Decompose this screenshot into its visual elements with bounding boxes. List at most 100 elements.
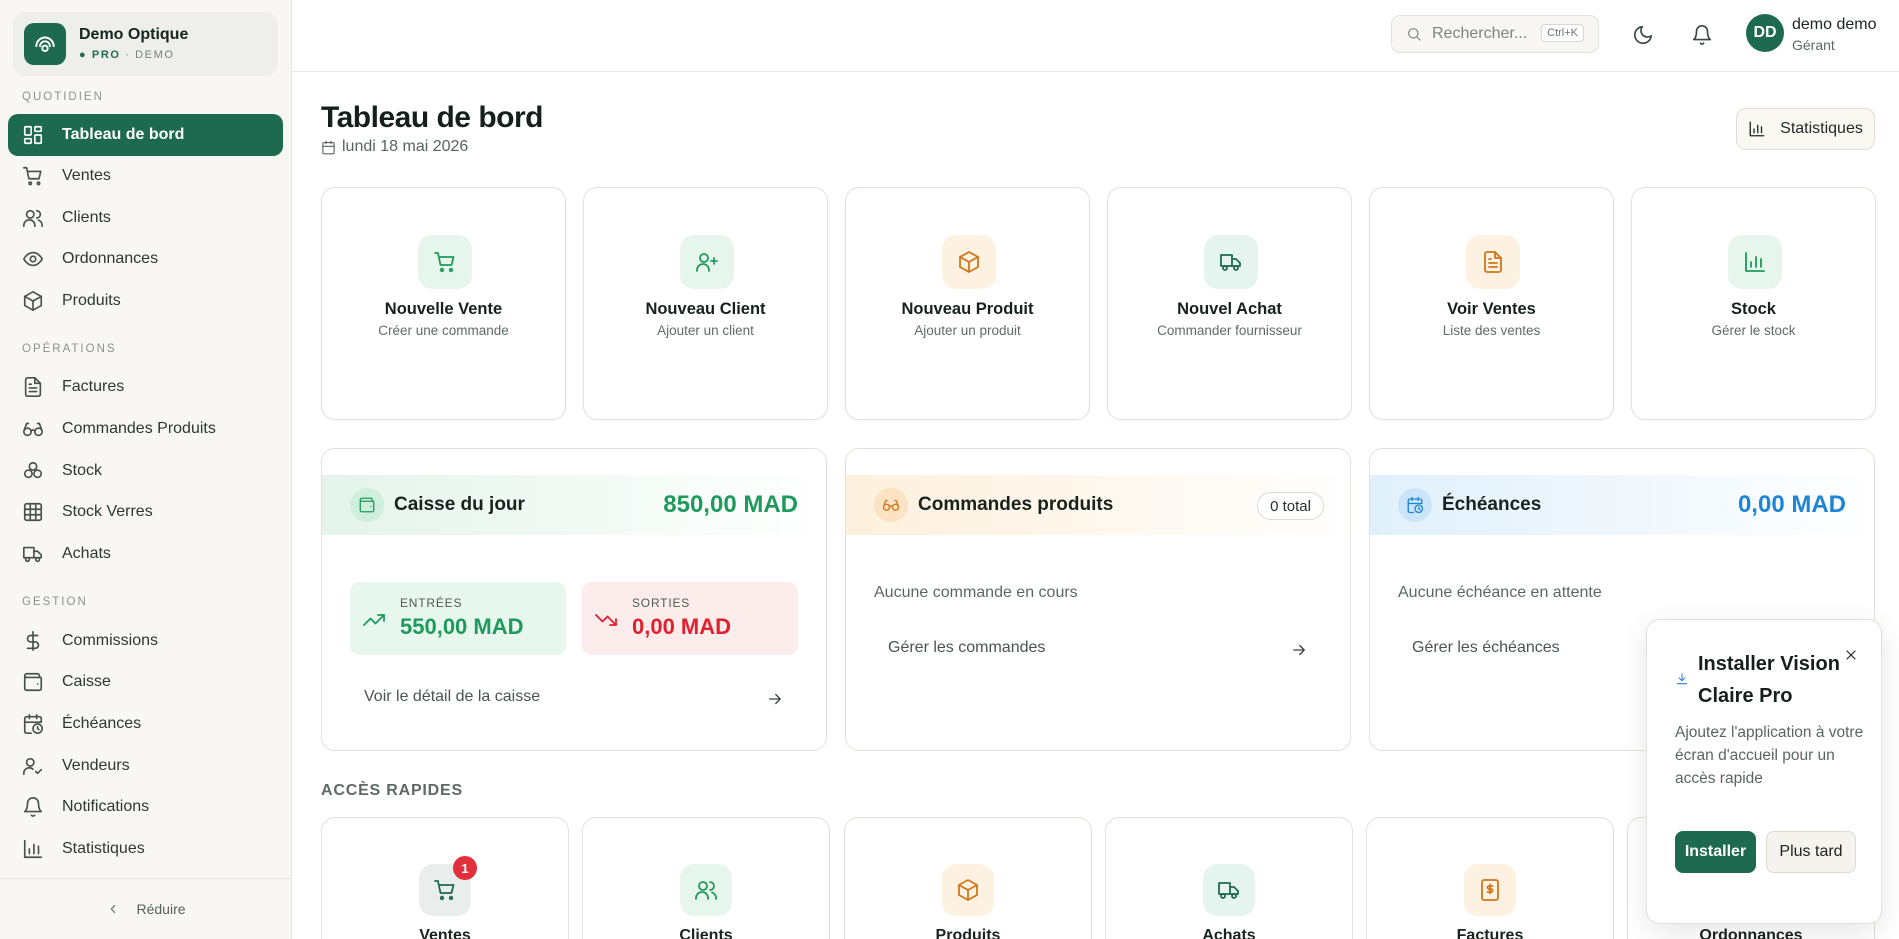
truck-icon (1203, 864, 1255, 916)
sidebar-item-label: Stock Verres (62, 503, 153, 520)
caisse-title: Caisse du jour (394, 494, 525, 515)
search-placeholder: Rechercher... (1432, 25, 1528, 42)
sidebar-item-factures[interactable]: Factures (8, 366, 283, 408)
sidebar-item-stock-verres[interactable]: Stock Verres (8, 491, 283, 533)
arrow-right-icon (1293, 644, 1305, 656)
install-button[interactable]: Installer (1675, 831, 1756, 873)
quick-action-subtitle: Gérer le stock (1711, 323, 1796, 338)
search-shortcut: Ctrl+K (1541, 24, 1584, 42)
quick-action-title: Nouvel Achat (1177, 300, 1282, 318)
section-gestion: GESTION (22, 596, 88, 608)
gerer-echeances-label: Gérer les échéances (1412, 639, 1560, 656)
acces-rapide-label: Factures (1456, 927, 1524, 939)
sidebar-item-notifications[interactable]: Notifications (8, 786, 283, 828)
sidebar-item-vendeurs[interactable]: Vendeurs (8, 745, 283, 787)
quick-action-title: Nouveau Produit (901, 300, 1034, 318)
search-input[interactable]: Rechercher... Ctrl+K (1391, 15, 1599, 53)
quick-action-title: Stock (1731, 300, 1776, 318)
install-popup-description: Ajoutez l'application à votre écran d'ac… (1675, 724, 1864, 787)
sidebar-item-commandes-produits[interactable]: Commandes Produits (8, 408, 283, 450)
calendar-clock-icon (23, 714, 43, 734)
bar-chart-icon (1749, 121, 1765, 137)
acces-rapide-achats[interactable]: Achats (1105, 817, 1353, 939)
truck-icon (23, 546, 43, 563)
sidebar-item-label: Produits (62, 292, 121, 309)
acces-rapide-produits[interactable]: Produits (844, 817, 1092, 939)
quick-action-subtitle: Ajouter un produit (914, 323, 1021, 338)
quick-action-nouveau-produit[interactable]: Nouveau Produit Ajouter un produit (845, 187, 1090, 420)
chevron-left-icon (111, 904, 116, 914)
sidebar-item-stock[interactable]: Stock (8, 450, 283, 492)
later-button[interactable]: Plus tard (1766, 831, 1856, 873)
sidebar-item-label: Commissions (62, 632, 159, 649)
acces-rapide-label: Ventes (419, 927, 471, 939)
quick-action-subtitle: Liste des ventes (1442, 323, 1541, 338)
statistiques-label: Statistiques (1780, 120, 1863, 137)
box-icon (942, 864, 994, 916)
sidebar-item-ventes[interactable]: Ventes (8, 155, 283, 197)
brand-plan: ● PRO · DEMO (79, 49, 175, 61)
close-icon[interactable] (1843, 647, 1859, 663)
quick-action-title: Voir Ventes (1447, 300, 1536, 318)
commandes-title: Commandes produits (918, 494, 1114, 515)
sidebar-item-caisse[interactable]: Caisse (8, 661, 283, 703)
collapse-label: Réduire (136, 901, 186, 917)
entrees-label: ENTRÉES (400, 596, 463, 610)
sidebar-item-label: Commandes Produits (62, 420, 216, 437)
sidebar-item-echeances[interactable]: Échéances (8, 703, 283, 745)
user-name[interactable]: demo demo (1792, 16, 1877, 34)
statistiques-button[interactable]: Statistiques (1736, 108, 1875, 150)
sidebar-item-label: Notifications (62, 798, 150, 815)
section-operations: OPÉRATIONS (22, 343, 117, 355)
caisse-detail-label: Voir le détail de la caisse (364, 688, 541, 705)
quick-action-nouvelle-vente[interactable]: Nouvelle Vente Créer une commande (321, 187, 566, 420)
brand-name: Demo Optique (79, 26, 189, 43)
bell-icon[interactable] (1691, 24, 1713, 46)
quick-action-nouvel-achat[interactable]: Nouvel Achat Commander fournisseur (1107, 187, 1352, 420)
sorties-label: SORTIES (632, 596, 691, 610)
quick-action-subtitle: Commander fournisseur (1157, 323, 1302, 338)
sidebar-item-label: Factures (62, 378, 125, 395)
brand-card[interactable]: Demo Optique ● PRO · DEMO (13, 12, 278, 76)
quick-action-stock[interactable]: Stock Gérer le stock (1631, 187, 1876, 420)
quick-action-voir-ventes[interactable]: Voir Ventes Liste des ventes (1369, 187, 1614, 420)
collapse-sidebar-button[interactable]: Réduire (0, 878, 292, 939)
sidebar-item-label: Échéances (62, 715, 142, 732)
dollar-icon (26, 631, 40, 651)
acces-rapide-label: Clients (679, 927, 733, 939)
gerer-commandes-label: Gérer les commandes (888, 639, 1046, 656)
sidebar-item-tableau-de-bord[interactable]: Tableau de bord (8, 114, 283, 156)
caisse-card: Caisse du jour 850,00 MAD ENTRÉES 550,00… (321, 448, 827, 751)
sidebar-item-achats[interactable]: Achats (8, 533, 283, 575)
sidebar-item-clients[interactable]: Clients (8, 197, 283, 239)
quick-action-nouveau-client[interactable]: Nouveau Client Ajouter un client (583, 187, 828, 420)
acces-rapide-label: Produits (935, 927, 1001, 939)
sorties-value: 0,00 MAD (632, 614, 732, 639)
install-app-popup: Installer Vision Claire Pro Ajoutez l'ap… (1646, 619, 1882, 924)
acces-rapides-title: ACCÈS RAPIDES (321, 782, 463, 799)
echeances-header: Échéances 0,00 MAD (1370, 475, 1874, 535)
page-date: lundi 18 mai 2026 (321, 138, 468, 156)
sidebar-item-commissions[interactable]: Commissions (8, 620, 283, 662)
sidebar-item-produits[interactable]: Produits (8, 280, 283, 322)
sidebar-item-label: Caisse (62, 673, 111, 690)
sidebar-item-statistiques[interactable]: Statistiques (8, 828, 283, 870)
caisse-total: 850,00 MAD (663, 491, 798, 518)
acces-rapide-ventes[interactable]: 1 Ventes (321, 817, 569, 939)
box-icon (23, 291, 43, 311)
box-icon (942, 235, 996, 289)
sidebar-item-label: Achats (62, 545, 111, 562)
echeances-title: Échéances (1442, 494, 1542, 515)
quick-action-title: Nouveau Client (645, 300, 766, 318)
avatar[interactable]: DD (1746, 14, 1784, 52)
trending-up-icon (363, 614, 385, 626)
acces-rapide-factures[interactable]: Factures (1366, 817, 1614, 939)
dashboard-icon (23, 125, 43, 145)
download-icon (1676, 673, 1688, 685)
sidebar-item-label: Ventes (62, 167, 111, 184)
sidebar-item-ordonnances[interactable]: Ordonnances (8, 238, 283, 280)
sidebar-item-label: Tableau de bord (62, 126, 185, 143)
acces-rapide-clients[interactable]: Clients (582, 817, 830, 939)
moon-icon[interactable] (1632, 24, 1654, 46)
ventes-count-badge: 1 (453, 856, 477, 880)
